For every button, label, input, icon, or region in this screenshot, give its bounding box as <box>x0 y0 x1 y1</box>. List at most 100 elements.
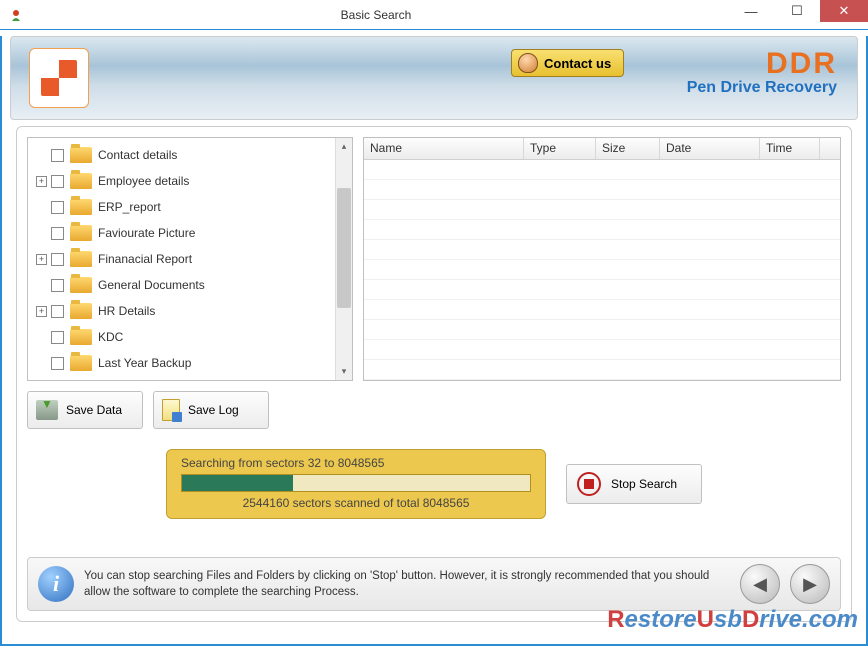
next-button[interactable]: ▶ <box>790 564 830 604</box>
checkbox[interactable] <box>51 175 64 188</box>
tree-item-label: Contact details <box>98 148 177 162</box>
file-list[interactable]: NameTypeSizeDateTime <box>363 137 841 381</box>
tree-item[interactable]: + HR Details <box>28 298 335 324</box>
scroll-up-icon[interactable]: ▴ <box>336 138 352 155</box>
save-log-icon <box>162 399 180 421</box>
folder-icon <box>70 225 92 241</box>
folder-icon <box>70 303 92 319</box>
titlebar: Basic Search — ☐ ✕ <box>0 0 868 30</box>
checkbox[interactable] <box>51 149 64 162</box>
watermark: RestoreUsbDrive.com <box>607 606 858 634</box>
file-browser-row: Contact details + Employee details ERP_repo… <box>27 137 841 381</box>
tree-item[interactable]: + Finanacial Report <box>28 246 335 272</box>
maximize-button[interactable]: ☐ <box>774 0 820 22</box>
folder-icon <box>70 147 92 163</box>
tree-item[interactable]: Last Year Backup <box>28 350 335 376</box>
prev-button[interactable]: ◀ <box>740 564 780 604</box>
list-row <box>364 360 840 380</box>
scroll-thumb[interactable] <box>337 188 351 308</box>
expander-icon[interactable]: + <box>36 254 47 265</box>
save-data-icon <box>36 400 58 420</box>
info-bar: i You can stop searching Files and Folde… <box>27 557 841 611</box>
action-buttons: Save Data Save Log <box>27 391 841 429</box>
list-row <box>364 180 840 200</box>
tree-item-label: Employee details <box>98 174 189 188</box>
contact-us-button[interactable]: Contact us <box>511 49 624 77</box>
stop-search-button[interactable]: Stop Search <box>566 464 702 504</box>
progress-fill <box>182 475 293 491</box>
progress-box: Searching from sectors 32 to 8048565 254… <box>166 449 546 519</box>
tree-item[interactable]: Contact details <box>28 142 335 168</box>
list-body <box>364 160 840 378</box>
checkbox[interactable] <box>51 227 64 240</box>
tree-scrollbar[interactable]: ▴ ▾ <box>335 138 352 380</box>
folder-icon <box>70 329 92 345</box>
list-row <box>364 320 840 340</box>
brand-subtitle: Pen Drive Recovery <box>687 79 837 97</box>
checkbox[interactable] <box>51 201 64 214</box>
info-icon: i <box>38 566 74 602</box>
progress-row: Searching from sectors 32 to 8048565 254… <box>27 449 841 519</box>
folder-icon <box>70 277 92 293</box>
column-header[interactable]: Time <box>760 138 820 159</box>
column-header[interactable]: Name <box>364 138 524 159</box>
list-row <box>364 280 840 300</box>
progress-bottom-text: 2544160 sectors scanned of total 8048565 <box>181 496 531 510</box>
checkbox[interactable] <box>51 279 64 292</box>
progress-top-text: Searching from sectors 32 to 8048565 <box>181 456 531 470</box>
folder-icon <box>70 173 92 189</box>
list-header: NameTypeSizeDateTime <box>364 138 840 160</box>
list-row <box>364 300 840 320</box>
scroll-down-icon[interactable]: ▾ <box>336 363 352 380</box>
tree-item-label: General Documents <box>98 278 205 292</box>
folder-icon <box>70 199 92 215</box>
folder-icon <box>70 251 92 267</box>
tree-item-label: ERP_report <box>98 200 161 214</box>
app-frame: Contact us DDR Pen Drive Recovery Contac… <box>0 36 868 646</box>
list-row <box>364 220 840 240</box>
body-panel: Contact details + Employee details ERP_repo… <box>16 126 852 622</box>
window-controls: — ☐ ✕ <box>728 0 868 29</box>
logo <box>29 48 89 108</box>
tree-item-label: Faviourate Picture <box>98 226 195 240</box>
app-icon <box>8 7 24 23</box>
tree-item[interactable]: + Employee details <box>28 168 335 194</box>
tree-item[interactable]: KDC <box>28 324 335 350</box>
header-banner: Contact us DDR Pen Drive Recovery <box>10 36 858 120</box>
save-data-button[interactable]: Save Data <box>27 391 143 429</box>
tree-item[interactable]: ERP_report <box>28 194 335 220</box>
minimize-button[interactable]: — <box>728 0 774 22</box>
column-header[interactable]: Date <box>660 138 760 159</box>
person-icon <box>518 53 538 73</box>
tree-item[interactable]: Faviourate Picture <box>28 220 335 246</box>
tree-item-label: Last Year Backup <box>98 356 191 370</box>
list-row <box>364 200 840 220</box>
expander-icon[interactable]: + <box>36 306 47 317</box>
stop-icon <box>577 472 601 496</box>
tree-item-label: HR Details <box>98 304 155 318</box>
tree-item-label: Finanacial Report <box>98 252 192 266</box>
stop-label: Stop Search <box>611 477 677 491</box>
checkbox[interactable] <box>51 253 64 266</box>
list-row <box>364 160 840 180</box>
brand-block: DDR Pen Drive Recovery <box>687 47 837 97</box>
save-data-label: Save Data <box>66 403 122 417</box>
folder-icon <box>70 355 92 371</box>
checkbox[interactable] <box>51 305 64 318</box>
column-header[interactable]: Type <box>524 138 596 159</box>
contact-label: Contact us <box>544 56 611 71</box>
column-header[interactable]: Size <box>596 138 660 159</box>
checkbox[interactable] <box>51 357 64 370</box>
list-row <box>364 340 840 360</box>
list-row <box>364 260 840 280</box>
folder-tree[interactable]: Contact details + Employee details ERP_repo… <box>27 137 353 381</box>
save-log-button[interactable]: Save Log <box>153 391 269 429</box>
tree-item[interactable]: General Documents <box>28 272 335 298</box>
close-button[interactable]: ✕ <box>820 0 868 22</box>
expander-icon[interactable]: + <box>36 176 47 187</box>
checkbox[interactable] <box>51 331 64 344</box>
tree-item-label: KDC <box>98 330 123 344</box>
brand-name: DDR <box>687 47 837 81</box>
window-title: Basic Search <box>24 8 728 22</box>
progress-bar <box>181 474 531 492</box>
